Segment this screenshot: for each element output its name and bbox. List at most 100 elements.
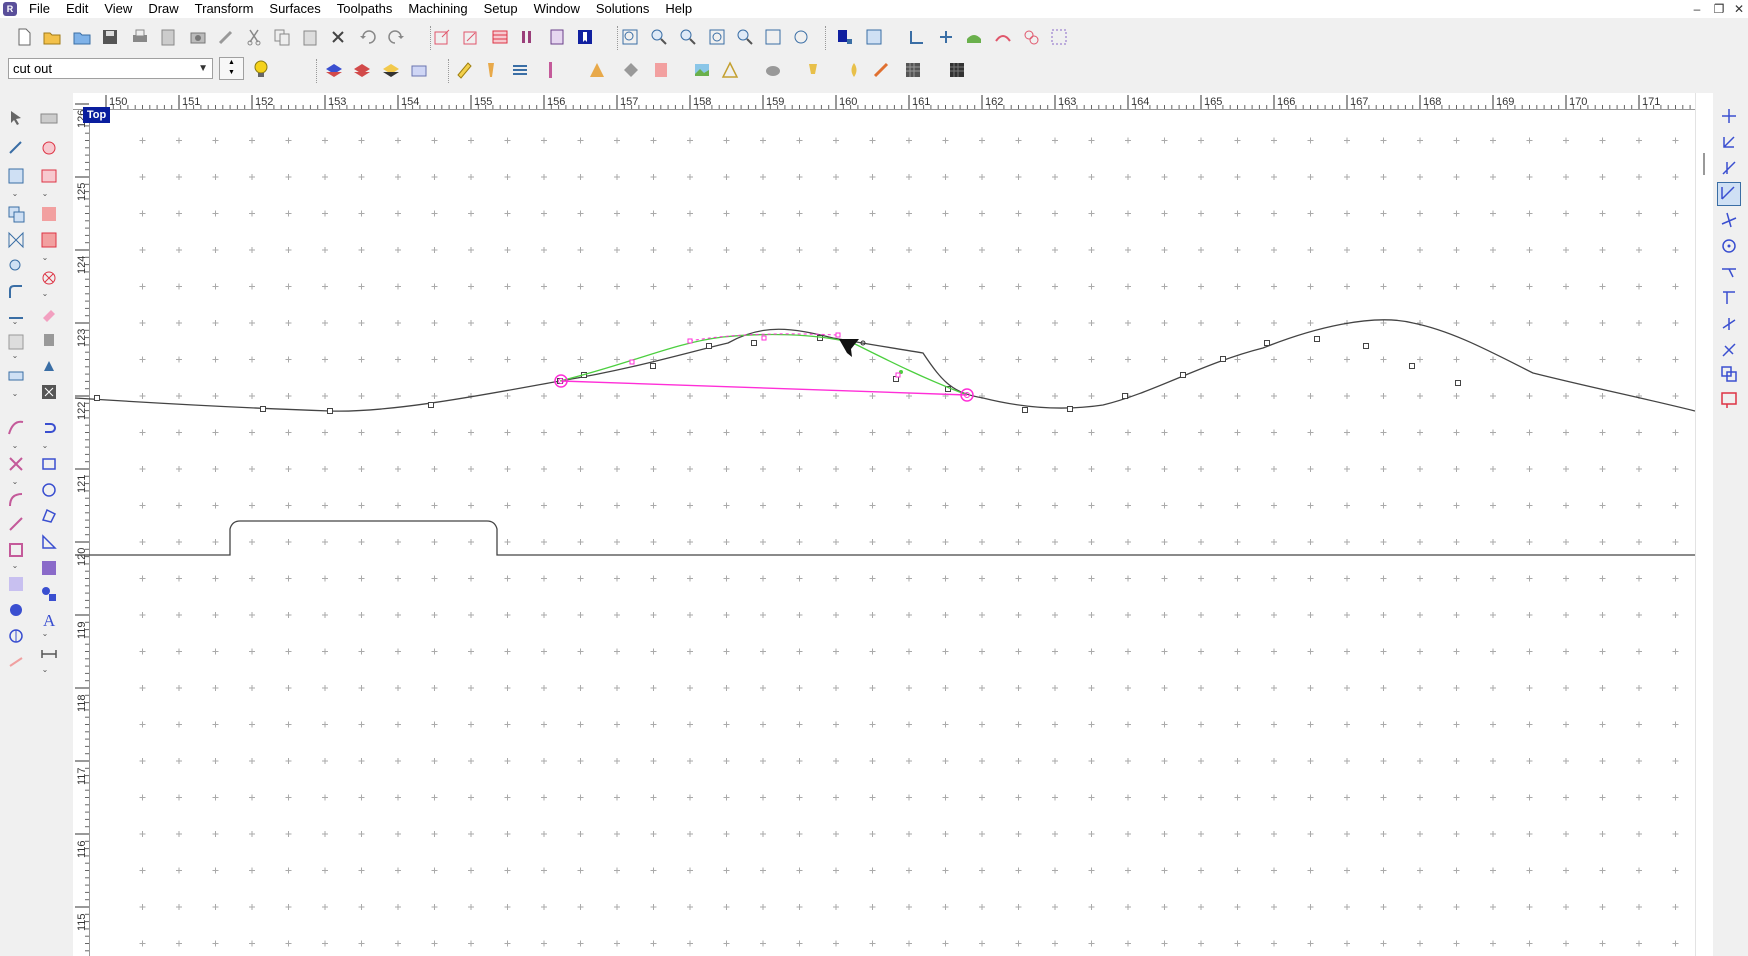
list-icon[interactable] — [518, 27, 538, 47]
shaded-yellow-icon[interactable] — [381, 60, 401, 80]
line-icon[interactable] — [6, 514, 26, 534]
chevron-down-icon[interactable]: ⌄ — [10, 318, 20, 326]
transform-icon[interactable] — [936, 27, 956, 47]
shaded-blue-icon[interactable] — [324, 60, 344, 80]
snap-end-icon[interactable] — [1719, 158, 1739, 178]
surface-icon[interactable] — [964, 27, 984, 47]
chevron-down-icon[interactable]: ⌄ — [40, 630, 50, 638]
redo-icon[interactable] — [386, 27, 406, 47]
menu-machining[interactable]: Machining — [400, 0, 475, 18]
region-icon[interactable] — [39, 138, 59, 158]
arc-icon[interactable] — [6, 490, 26, 510]
delete-curve-icon[interactable] — [6, 454, 26, 474]
menu-window[interactable]: Window — [526, 0, 588, 18]
fillet-icon[interactable] — [6, 282, 26, 302]
menu-transform[interactable]: Transform — [187, 0, 262, 18]
cone-icon[interactable] — [763, 60, 783, 80]
text-icon[interactable]: A — [39, 610, 59, 630]
picture-icon[interactable] — [692, 60, 712, 80]
zoom-out-icon[interactable] — [678, 27, 698, 47]
boolean-cut-icon[interactable] — [39, 268, 59, 288]
stack-icon[interactable] — [510, 60, 530, 80]
snap-center-icon[interactable] — [1719, 236, 1739, 256]
join-icon[interactable] — [6, 332, 26, 352]
menu-solutions[interactable]: Solutions — [588, 0, 657, 18]
snap-mid-icon[interactable] — [1717, 182, 1741, 206]
rectangle-icon[interactable] — [39, 454, 59, 474]
scale-icon[interactable] — [6, 166, 26, 186]
zoom-previous-icon[interactable] — [735, 27, 755, 47]
select-arrow-icon[interactable] — [6, 108, 26, 128]
split-circle-icon[interactable] — [6, 626, 26, 646]
restore-button[interactable]: ❐ — [1708, 0, 1730, 18]
menu-file[interactable]: File — [21, 0, 58, 18]
workplane-icon[interactable] — [1049, 27, 1069, 47]
book-icon[interactable] — [547, 27, 567, 47]
zoom-in-icon[interactable] — [649, 27, 669, 47]
dimension-icon[interactable] — [39, 644, 59, 664]
open-recent-icon[interactable] — [72, 27, 92, 47]
texture-icon[interactable] — [903, 60, 923, 80]
minimize-button[interactable]: – — [1686, 0, 1708, 18]
menu-surfaces[interactable]: Surfaces — [261, 0, 328, 18]
node-edit-icon[interactable] — [6, 652, 26, 672]
chevron-down-icon[interactable]: ⌄ — [40, 666, 50, 674]
polyline-icon[interactable] — [39, 532, 59, 552]
undo-curve-icon[interactable] — [39, 418, 59, 438]
chevron-down-icon[interactable]: ⌄ — [10, 352, 20, 360]
shaded-red-icon[interactable] — [352, 60, 372, 80]
simulate-icon[interactable] — [871, 60, 891, 80]
menu-setup[interactable]: Setup — [476, 0, 526, 18]
menu-toolpaths[interactable]: Toolpaths — [329, 0, 401, 18]
new-file-icon[interactable] — [14, 27, 34, 47]
app-logo-icon[interactable]: R — [3, 2, 17, 16]
shapes-icon[interactable] — [39, 584, 59, 604]
ruler-icon[interactable] — [454, 60, 474, 80]
snap-perpendicular-icon[interactable] — [1719, 288, 1739, 308]
vertical-scrollbar[interactable] — [1695, 93, 1713, 956]
edit-points-icon[interactable] — [461, 27, 481, 47]
rotate-view-icon[interactable] — [791, 27, 811, 47]
menu-help[interactable]: Help — [657, 0, 700, 18]
offset-icon[interactable] — [6, 256, 26, 276]
folder-view-icon[interactable] — [409, 60, 429, 80]
zoom-window-icon[interactable] — [707, 27, 727, 47]
pencil-icon[interactable] — [216, 27, 236, 47]
triangle-icon[interactable] — [587, 60, 607, 80]
polygon-icon[interactable] — [6, 540, 26, 560]
snap-nearest-icon[interactable] — [1719, 340, 1739, 360]
chevron-down-icon[interactable]: ⌄ — [40, 442, 50, 450]
move-points-icon[interactable] — [6, 138, 26, 158]
cut-icon[interactable] — [244, 27, 264, 47]
solid-region-icon[interactable] — [39, 230, 59, 250]
paint-icon[interactable] — [39, 356, 59, 376]
snap-tangent-icon[interactable] — [1719, 262, 1739, 282]
menu-draw[interactable]: Draw — [140, 0, 186, 18]
mirror-icon[interactable] — [6, 230, 26, 250]
clipboard-icon[interactable] — [158, 27, 178, 47]
drop-icon[interactable] — [844, 60, 864, 80]
curve-tool-icon[interactable] — [993, 27, 1013, 47]
circle-icon[interactable] — [39, 480, 59, 500]
chevron-down-icon[interactable]: ⌄ — [10, 478, 20, 486]
delete-icon[interactable] — [328, 27, 348, 47]
align-icon[interactable] — [907, 27, 927, 47]
pattern-icon[interactable] — [6, 574, 26, 594]
print-icon[interactable] — [130, 27, 150, 47]
chevron-down-icon[interactable]: ⌄ — [10, 190, 20, 198]
chevron-down-icon[interactable]: ⌄ — [40, 254, 50, 262]
grid-icon[interactable] — [39, 558, 59, 578]
snap-point-icon[interactable] — [1719, 132, 1739, 152]
ellipse-icon[interactable] — [39, 506, 59, 526]
solid-box-icon[interactable] — [39, 204, 59, 224]
fit-view-icon[interactable] — [763, 27, 783, 47]
zoom-extents-icon[interactable] — [620, 27, 640, 47]
edit-object-icon[interactable] — [432, 27, 452, 47]
snap-quadrant-icon[interactable] — [1719, 314, 1739, 334]
warning-icon[interactable] — [720, 60, 740, 80]
chevron-down-icon[interactable]: ⌄ — [10, 442, 20, 450]
camera-icon[interactable] — [188, 27, 208, 47]
drawing-viewport[interactable]: 150 151 152 153 154 155 156 157 158 159 160 161 162 1… — [73, 93, 1695, 956]
page-icon[interactable] — [651, 60, 671, 80]
menu-edit[interactable]: Edit — [58, 0, 96, 18]
